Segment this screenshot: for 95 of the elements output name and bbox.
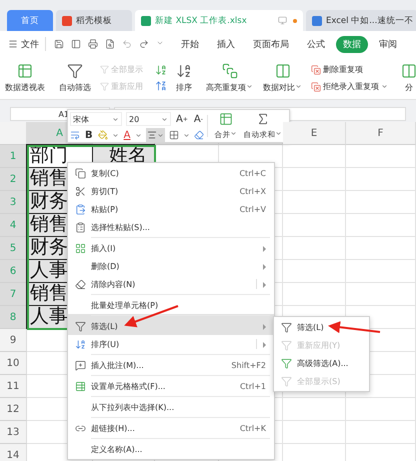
copy-icon: [74, 168, 86, 178]
font-size-dropdown[interactable]: 20: [126, 112, 171, 126]
row-header[interactable]: 11: [0, 375, 27, 398]
eraser-icon: [74, 278, 86, 290]
border-icon: [169, 130, 180, 140]
filter-icon: [100, 82, 109, 91]
clipboard-icon: [74, 222, 86, 232]
layout-icon: [71, 39, 81, 49]
ribbon-tab[interactable]: 公式: [300, 36, 332, 52]
align-center-icon: [147, 130, 158, 140]
filter-icon: [280, 358, 292, 368]
caret-icon: [183, 132, 190, 138]
caret-icon: [112, 132, 119, 138]
document-icon: [312, 16, 322, 26]
undo-icon: [122, 39, 132, 49]
caret-icon: [161, 116, 168, 122]
table-icon: [74, 380, 86, 392]
annotation-arrow: [328, 321, 380, 334]
filter-icon: [280, 376, 292, 386]
menu-item[interactable]: 筛选(L): [68, 314, 274, 335]
spreadsheet-icon: [141, 16, 151, 26]
filter-icon: [74, 320, 86, 332]
submenu-arrow-icon: [263, 264, 266, 270]
document-tab[interactable]: Excel 中如...速统一不: [306, 10, 416, 31]
wrap-text-icon: [70, 130, 80, 140]
save-icon: [54, 39, 64, 49]
highlight-duplicates-button[interactable]: 高亮重复项: [201, 57, 258, 99]
row-header[interactable]: 9: [0, 329, 27, 352]
menu-icon: [8, 39, 18, 49]
font-color-button[interactable]: A: [122, 128, 132, 142]
caret-icon: [275, 130, 282, 137]
menu-item[interactable]: 筛选(L): [274, 318, 369, 336]
row-header[interactable]: 14: [0, 444, 27, 461]
fill-color-icon: [98, 130, 108, 140]
row-header[interactable]: 12: [0, 398, 27, 421]
reject-duplicates-button[interactable]: 拒绝录入重复项: [311, 81, 388, 92]
print-icon: [88, 39, 98, 49]
caret-icon: [295, 83, 302, 90]
caret-icon: [381, 83, 388, 90]
compare-button[interactable]: 数据对比: [258, 57, 307, 99]
filter-icon: [100, 65, 109, 74]
caret-icon: [135, 132, 142, 138]
redo-icon: [139, 39, 149, 49]
sort-descending-icon: [155, 80, 167, 92]
filter-icon: [280, 340, 292, 350]
column-header[interactable]: E: [283, 122, 346, 145]
sort-icon: [74, 338, 86, 350]
submenu-arrow-icon: [263, 324, 266, 330]
sort-ascending-icon: [155, 64, 167, 76]
submenu-arrow-icon: [263, 246, 266, 252]
submenu-arrow-icon: [263, 342, 266, 348]
caret-icon: [156, 39, 164, 47]
unsaved-dot-icon: [293, 18, 297, 22]
bold-button[interactable]: B: [84, 128, 94, 142]
reject-icon: [311, 82, 321, 92]
caret-icon: [230, 130, 238, 137]
app-logo-icon: [62, 16, 72, 26]
caret-icon: [246, 83, 253, 90]
stack-icon: [222, 63, 238, 79]
merge-icon: [218, 112, 233, 126]
filter-icon: [67, 63, 83, 79]
file-menu[interactable]: 文件: [6, 37, 46, 51]
menu-item[interactable]: 排序(U): [68, 335, 274, 353]
pivot-table-icon: [17, 63, 33, 79]
align-button[interactable]: [146, 128, 166, 142]
pivot-table-button[interactable]: 数据透视表: [0, 57, 50, 99]
remove-icon: [311, 64, 321, 74]
sort-button[interactable]: 排序: [171, 57, 197, 99]
caret-icon: [157, 132, 164, 138]
comment-icon: [74, 360, 86, 370]
grid-icon: [74, 242, 86, 254]
compare-icon: [274, 63, 290, 79]
cut-icon: [74, 186, 86, 196]
menu-item[interactable]: 高级筛选(A)...: [274, 354, 369, 372]
remove-duplicates-button[interactable]: 删除重复项: [311, 64, 388, 75]
sort-icon: [176, 63, 192, 79]
split-button[interactable]: 分: [396, 57, 416, 99]
row-header[interactable]: 10: [0, 352, 27, 375]
column-header[interactable]: F: [346, 122, 416, 145]
paste-icon: [74, 204, 86, 214]
format-painter-icon: [194, 130, 204, 140]
split-icon: [401, 63, 416, 79]
ribbon-tab[interactable]: 开始: [174, 36, 206, 52]
caret-icon: [112, 116, 119, 122]
row-header[interactable]: 13: [0, 421, 27, 444]
ribbon-tab[interactable]: 插入: [210, 36, 242, 52]
submenu-arrow-icon: [263, 282, 266, 288]
font-dropdown[interactable]: 宋体: [70, 112, 122, 126]
document-tab[interactable]: 稻壳模板: [56, 10, 132, 31]
ribbon-tab[interactable]: 审阅: [372, 36, 404, 52]
ribbon-tab[interactable]: 页面布局: [246, 36, 296, 52]
filter-icon: [280, 322, 292, 332]
preview-icon: [105, 39, 115, 49]
auto-filter-button[interactable]: 自动筛选: [54, 57, 96, 99]
monitor-icon: [278, 16, 287, 25]
